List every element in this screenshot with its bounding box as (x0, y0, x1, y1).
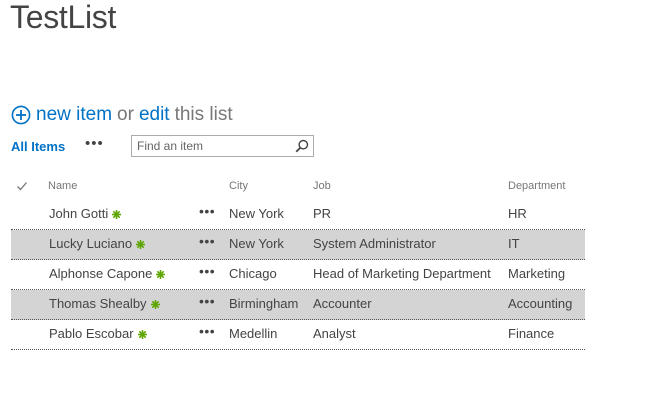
search-box (131, 135, 314, 157)
column-header-city[interactable]: City (229, 180, 248, 192)
cell-department: Marketing (508, 266, 566, 281)
cell-name[interactable]: Pablo Escobar (49, 326, 147, 341)
cell-job: Head of Marketing Department (313, 266, 491, 281)
cell-job: Accounter (313, 296, 372, 311)
new-item-icon (150, 297, 160, 309)
column-header-job[interactable]: Job (313, 180, 331, 192)
search-input[interactable] (132, 136, 290, 156)
new-item-link[interactable]: new item (36, 104, 112, 126)
or-text: or (117, 104, 134, 125)
view-more-button[interactable]: ••• (85, 135, 104, 152)
table-row[interactable]: John Gotti ••• New York PR HR (11, 200, 585, 230)
table-row[interactable]: Alphonse Capone ••• Chicago Head of Mark… (11, 260, 585, 290)
table-row[interactable]: Lucky Luciano ••• New York System Admini… (11, 230, 585, 260)
cell-name[interactable]: Lucky Luciano (49, 236, 146, 251)
cell-city: New York (229, 236, 284, 251)
cell-name[interactable]: Thomas Shealby (49, 296, 160, 311)
cell-department: Finance (508, 326, 555, 341)
cell-name[interactable]: John Gotti (49, 206, 122, 221)
table-header: Name City Job Department (11, 170, 585, 200)
table-row[interactable]: Pablo Escobar ••• Medellin Analyst Finan… (11, 320, 585, 350)
cell-department: HR (508, 206, 527, 221)
new-item-toolbar: new item or edit this list (11, 103, 233, 127)
cell-department: IT (508, 236, 520, 251)
table-row[interactable]: Thomas Shealby ••• Birmingham Accounter … (11, 290, 585, 320)
column-header-department[interactable]: Department (508, 180, 565, 192)
column-header-name[interactable]: Name (48, 180, 77, 192)
row-menu-button[interactable]: ••• (199, 233, 215, 249)
cell-job: System Administrator (313, 236, 436, 251)
cell-job: Analyst (313, 326, 356, 341)
cell-job: PR (313, 206, 332, 221)
cell-department: Accounting (508, 296, 573, 311)
row-menu-button[interactable]: ••• (199, 293, 215, 309)
view-bar: All Items ••• (11, 135, 331, 159)
edit-list-link[interactable]: edit (139, 104, 170, 126)
row-menu-button[interactable]: ••• (199, 203, 215, 219)
cell-city: New York (229, 206, 284, 221)
checkmark-icon[interactable] (16, 180, 28, 192)
view-all-items[interactable]: All Items (11, 139, 65, 154)
cell-city: Chicago (229, 266, 277, 281)
new-item-icon (112, 207, 122, 219)
new-item-icon (137, 327, 147, 339)
page-title: TestList (10, 0, 117, 35)
row-menu-button[interactable]: ••• (199, 323, 215, 339)
this-list-text: this list (174, 104, 233, 125)
search-icon[interactable] (295, 139, 309, 153)
new-item-icon (136, 237, 146, 249)
row-menu-button[interactable]: ••• (199, 263, 215, 279)
cell-city: Medellin (229, 326, 278, 341)
plus-circle-icon[interactable] (11, 105, 31, 125)
cell-city: Birmingham (229, 296, 299, 311)
new-item-icon (156, 267, 166, 279)
list-table: Name City Job Department John Gotti ••• … (11, 170, 585, 350)
cell-name[interactable]: Alphonse Capone (49, 266, 166, 281)
